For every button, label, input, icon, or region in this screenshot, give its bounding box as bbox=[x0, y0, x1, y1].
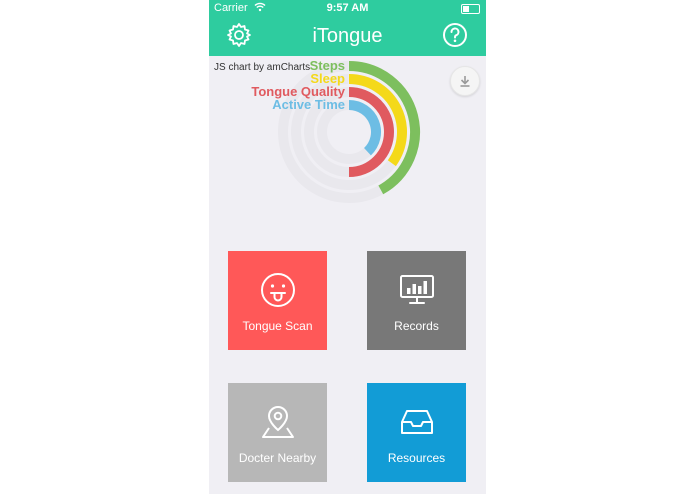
resources-tile[interactable]: Resources bbox=[367, 383, 466, 482]
tile-label: Docter Nearby bbox=[238, 451, 317, 465]
doctor-nearby-tile[interactable]: Docter Nearby bbox=[228, 383, 327, 482]
activity-chart: Steps Sleep Tongue Quality Active Time JS c… bbox=[209, 56, 486, 236]
records-tile[interactable]: Records bbox=[367, 251, 466, 350]
series-label-3: Active Time bbox=[272, 97, 345, 112]
tile-label: Records bbox=[394, 319, 439, 333]
chart-credit: JS chart by amCharts bbox=[214, 62, 311, 73]
radial-chart: StepsSleepTongue QualityActive Time bbox=[251, 58, 420, 203]
tile-label: Resources bbox=[387, 451, 446, 465]
download-button[interactable] bbox=[450, 66, 480, 96]
download-icon bbox=[460, 76, 470, 87]
status-time: 9:57 AM bbox=[326, 2, 369, 14]
series-arc-3 bbox=[348, 100, 381, 156]
nav-bar: iTongue bbox=[209, 16, 486, 56]
status-bar: Carrier 9:57 AM bbox=[209, 0, 486, 16]
battery-icon bbox=[461, 4, 480, 14]
monitor-chart-icon bbox=[400, 275, 434, 304]
tongue-face-icon bbox=[261, 273, 295, 307]
help-icon[interactable] bbox=[442, 22, 468, 48]
tile-label: Tongue Scan bbox=[242, 319, 313, 333]
inbox-tray-icon bbox=[401, 410, 433, 434]
tongue-scan-tile[interactable]: Tongue Scan bbox=[228, 251, 327, 350]
map-pin-icon bbox=[262, 405, 294, 438]
app-screen: Carrier 9:57 AM iTongue Steps Sleep Tong… bbox=[209, 0, 486, 494]
